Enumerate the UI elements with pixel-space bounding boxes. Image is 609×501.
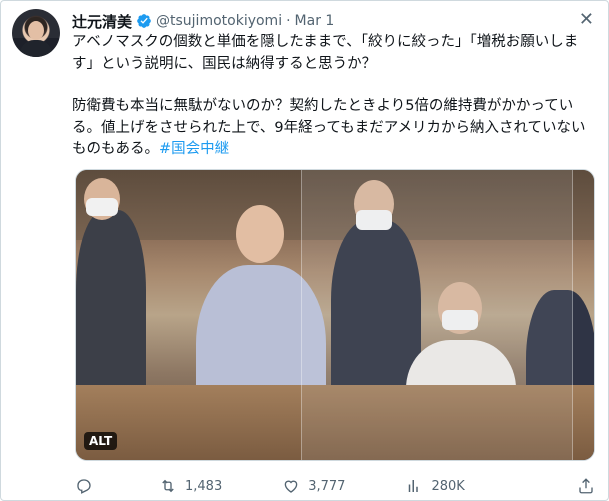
heart-icon <box>284 480 298 493</box>
tweet-actions: 1,483 3,777 280K <box>75 475 601 497</box>
views-chart-icon <box>409 480 419 492</box>
media-person-left <box>76 210 146 410</box>
header-separator: · <box>286 13 291 29</box>
author-name[interactable]: 辻元清美 <box>72 11 132 32</box>
like-button[interactable]: 3,777 <box>282 477 345 495</box>
reply-button[interactable] <box>75 477 101 495</box>
views-count: 280K <box>431 478 465 494</box>
author-handle[interactable]: @tsujimotokiyomi <box>156 13 282 29</box>
verified-badge-icon <box>136 13 152 29</box>
share-button[interactable] <box>577 477 595 495</box>
retweet-button[interactable]: 1,483 <box>159 477 222 495</box>
avatar-face <box>28 21 44 40</box>
tweet-card: 辻元清美 @tsujimotokiyomi · Mar 1 ✕ アベノマスクの個… <box>0 0 609 501</box>
hashtag-link[interactable]: #国会中継 <box>159 141 229 157</box>
tweet-media-image[interactable]: ALT <box>75 169 595 461</box>
tweet-text-paragraph-2-body: 防衛費も本当に無駄がないのか？契約したときより5倍の維持費がかかっている。値上げ… <box>72 98 586 157</box>
close-icon[interactable]: ✕ <box>579 11 594 29</box>
avatar[interactable] <box>12 9 60 57</box>
tweet-text-paragraph-2: 防衛費も本当に無駄がないのか？契約したときより5倍の維持費がかかっている。値上げ… <box>72 96 598 161</box>
like-count: 3,777 <box>308 478 346 494</box>
retweet-count: 1,483 <box>185 478 223 494</box>
tweet-text-paragraph-1: アベノマスクの個数と単価を隠したままで、「絞りに絞った」「増税お願いします」とい… <box>72 34 579 72</box>
share-icon <box>579 478 593 494</box>
avatar-suit <box>20 40 52 57</box>
retweet-icon <box>162 479 174 493</box>
tweet-text: アベノマスクの個数と単価を隠したままで、「絞りに絞った」「増税お願いします」とい… <box>72 32 598 161</box>
tweet-date[interactable]: Mar 1 <box>295 13 335 29</box>
views-button[interactable]: 280K <box>405 477 465 495</box>
tweet-header: 辻元清美 @tsujimotokiyomi · Mar 1 <box>72 11 334 31</box>
media-glass-partition <box>301 170 573 460</box>
media-head-speaker <box>236 205 284 263</box>
media-mask-left <box>86 198 118 216</box>
reply-icon <box>77 479 91 494</box>
alt-badge[interactable]: ALT <box>84 432 118 450</box>
